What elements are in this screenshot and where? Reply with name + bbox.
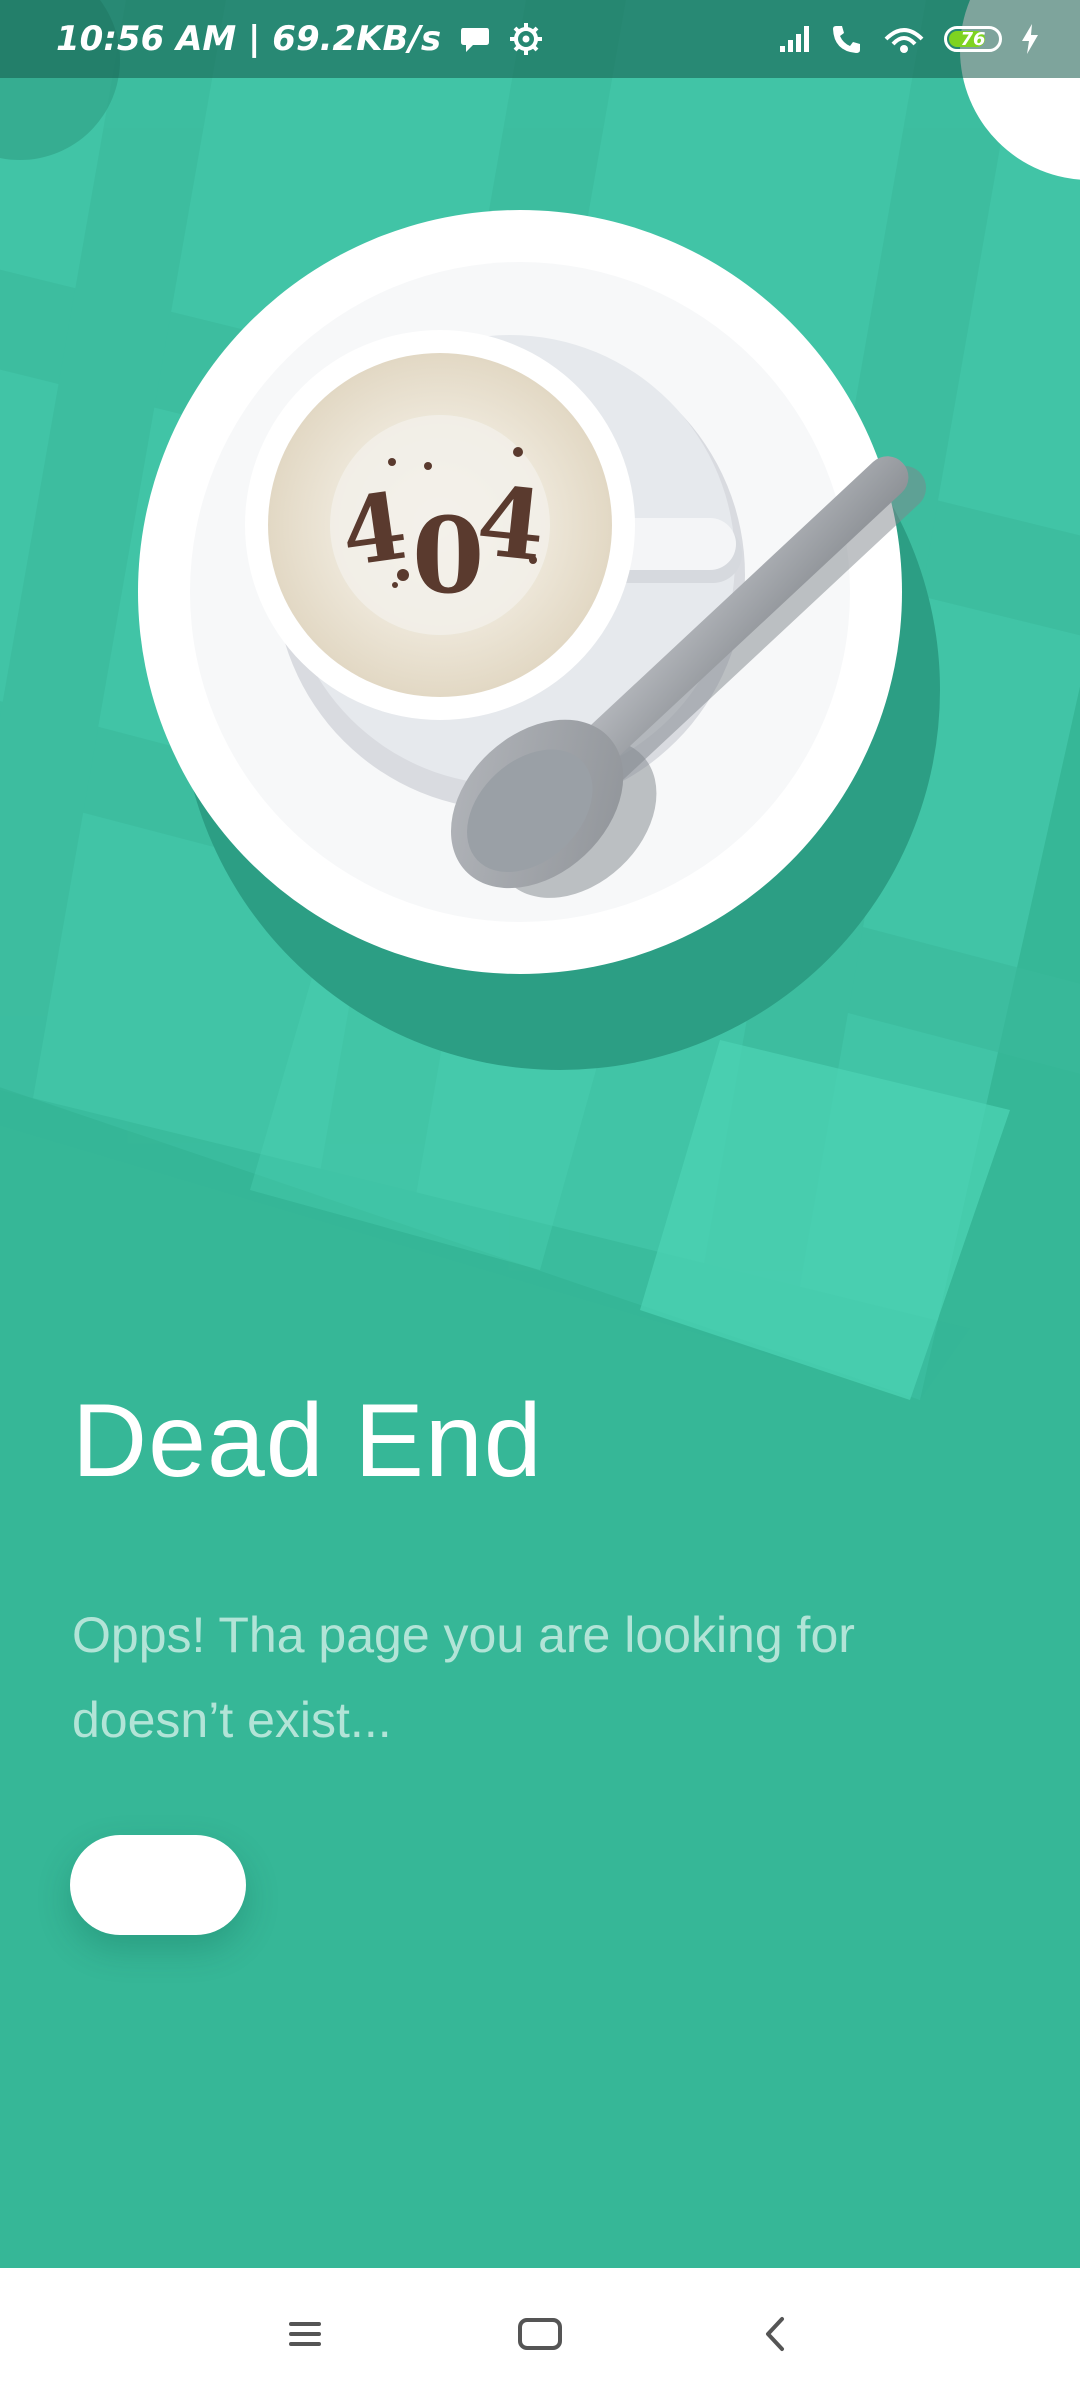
- signal-icon: [778, 24, 812, 54]
- not-found-illustration: 4 0 4: [0, 0, 1080, 1420]
- hotspot-icon: [882, 23, 926, 55]
- navigation-bar: [0, 2268, 1080, 2400]
- coffee-cup-illustration: 4 0 4: [0, 0, 1080, 1400]
- status-bar-left: 10:56 AM | 69.2KB/s: [56, 19, 543, 59]
- status-bar: 10:56 AM | 69.2KB/s 76: [0, 0, 1080, 78]
- menu-icon[interactable]: [275, 2304, 335, 2364]
- screen: 4 0 4 10:56 AM | 69.2KB/s 76 Dead End Op…: [0, 0, 1080, 2400]
- home-icon[interactable]: [510, 2304, 570, 2364]
- chat-bubble-icon: [459, 24, 491, 54]
- back-icon[interactable]: [745, 2304, 805, 2364]
- settings-gear-icon: [509, 22, 543, 56]
- status-time-speed: 10:56 AM | 69.2KB/s: [56, 19, 442, 59]
- status-bar-right: 76: [778, 23, 1040, 55]
- wifi-call-icon: [830, 23, 864, 55]
- battery-icon: 76: [944, 26, 1002, 52]
- battery-level: 76: [960, 28, 986, 50]
- svg-text:4: 4: [472, 464, 550, 583]
- charging-icon: [1020, 23, 1040, 55]
- action-button[interactable]: [70, 1835, 246, 1935]
- page-title: Dead End: [72, 1383, 543, 1499]
- error-message: Opps! Tha page you are looking for doesn…: [72, 1607, 855, 1748]
